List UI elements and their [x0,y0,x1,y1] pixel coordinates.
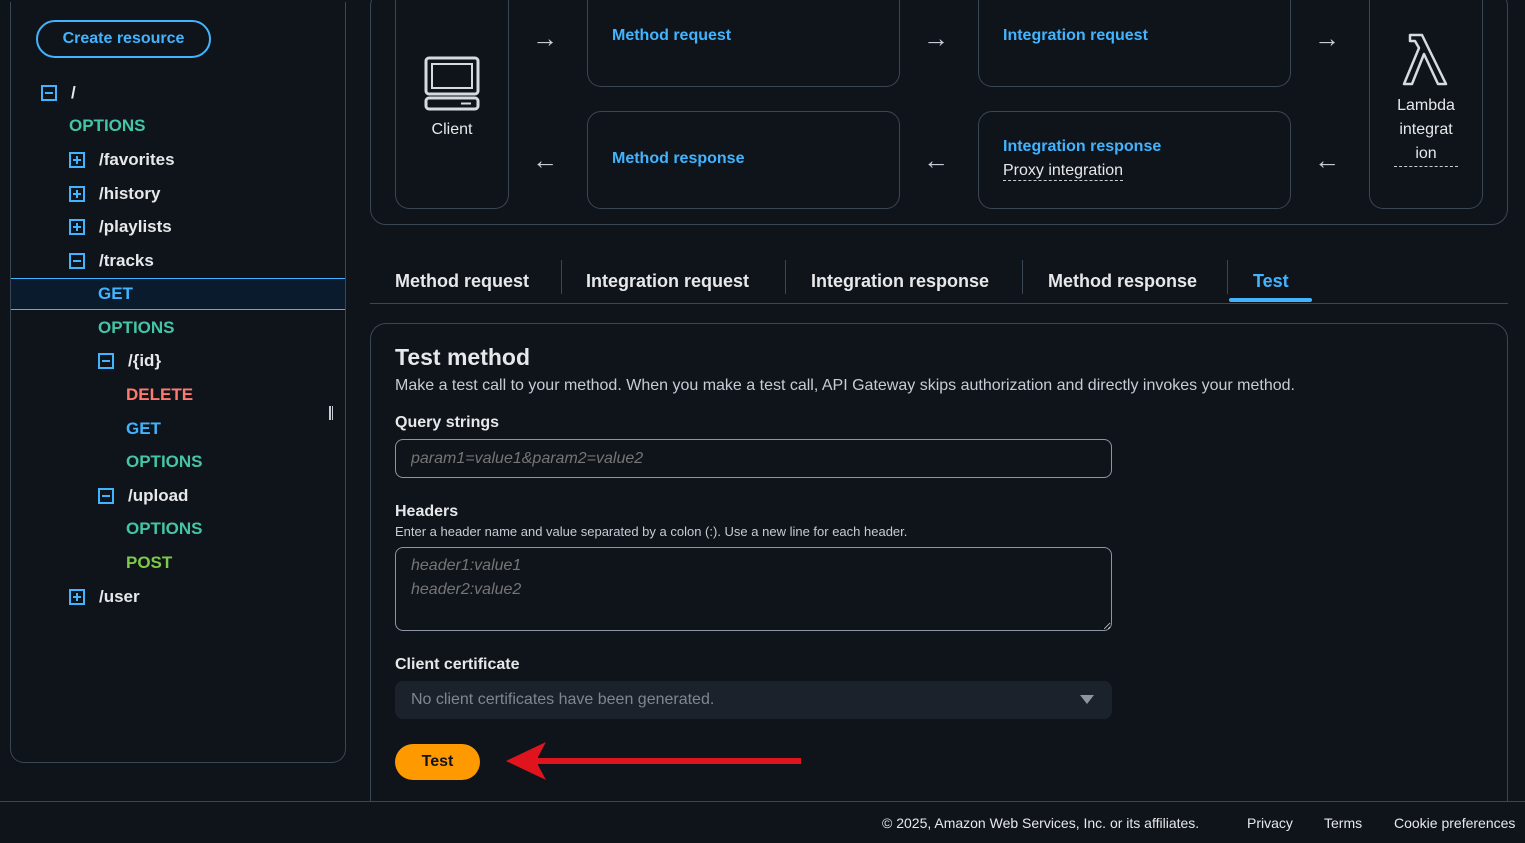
tab-divider [1022,260,1023,294]
tab-method-request[interactable]: Method request [395,258,529,304]
integration-request-box[interactable]: Integration request [978,0,1291,87]
resource-path-label: /upload [128,486,189,505]
sidebar-resize-handle[interactable] [329,406,333,420]
client-label: Client [431,121,473,138]
tree-method-item[interactable]: GET [126,413,161,445]
client-certificate-label: Client certificate [395,656,520,673]
collapse-icon[interactable] [98,488,114,504]
footer-cookie-preferences-link[interactable]: Cookie preferences [1394,815,1515,831]
client-certificate-select[interactable]: No client certificates have been generat… [395,681,1112,719]
tree-method-item[interactable]: GET [11,278,345,310]
resource-path-label: /{id} [128,351,162,370]
query-strings-input[interactable] [395,439,1112,478]
collapse-icon[interactable] [98,353,114,369]
expand-icon[interactable] [69,589,85,605]
lambda-integration-label: Lambda integrat ion [1370,94,1482,167]
client-certificate-value: No client certificates have been generat… [411,691,715,708]
tree-method-item[interactable]: OPTIONS [126,513,203,545]
lambda-integration-box: Lambda integrat ion [1369,0,1483,209]
test-button[interactable]: Test [395,744,480,780]
method-request-box[interactable]: Method request [587,0,900,87]
tab-divider [561,260,562,294]
tree-method-item[interactable]: OPTIONS [126,446,203,478]
resource-path-label: /tracks [99,251,154,270]
arrow-right-icon: → [1314,23,1340,53]
method-label: DELETE [126,385,194,404]
tree-resource-item[interactable]: /playlists [69,211,172,243]
footer-copyright: © 2025, Amazon Web Services, Inc. or its… [882,815,1200,831]
tree-method-item[interactable]: OPTIONS [98,312,175,344]
integration-response-box[interactable]: Integration response Proxy integration [978,111,1291,209]
page-footer: © 2025, Amazon Web Services, Inc. or its… [0,801,1525,843]
client-box: Client [395,0,509,209]
tree-resource-item[interactable]: /favorites [69,144,175,176]
method-label: POST [126,553,173,572]
collapse-icon[interactable] [41,85,57,101]
headers-label: Headers [395,503,459,520]
method-label: GET [126,419,161,438]
lambda-icon [1402,33,1448,86]
expand-icon[interactable] [69,219,85,235]
collapse-icon[interactable] [69,253,85,269]
query-strings-label: Query strings [395,414,500,431]
method-label: OPTIONS [98,318,175,337]
method-tabs: Method request Integration request Integ… [370,258,1508,304]
expand-icon[interactable] [69,186,85,202]
tree-resource-item[interactable]: / [41,77,76,109]
arrow-left-icon: ← [532,145,558,175]
tree-resource-item[interactable]: /{id} [98,345,161,377]
footer-terms-link[interactable]: Terms [1324,815,1362,831]
tab-integration-response[interactable]: Integration response [811,258,989,304]
tree-resource-item[interactable]: /upload [98,480,188,512]
tree-resource-item[interactable]: /user [69,581,140,613]
resource-path-label: /playlists [99,217,172,236]
footer-privacy-link[interactable]: Privacy [1247,815,1293,831]
resource-path-label: /user [99,587,140,606]
test-method-description: Make a test call to your method. When yo… [395,377,1295,394]
method-response-box[interactable]: Method response [587,111,900,209]
method-label: OPTIONS [126,519,203,538]
arrow-right-icon: → [532,23,558,53]
method-response-link[interactable]: Method response [612,150,744,168]
active-tab-indicator [1229,298,1312,302]
method-label: OPTIONS [126,452,203,471]
client-computer-icon [424,56,480,111]
tree-method-item[interactable]: OPTIONS [69,110,146,142]
tree-method-item[interactable]: POST [126,547,172,579]
resource-path-label: /history [99,184,161,203]
tab-method-response[interactable]: Method response [1048,258,1197,304]
arrow-left-icon: ← [923,145,949,175]
test-method-title: Test method [395,344,531,370]
tree-resource-item[interactable]: /tracks [69,245,154,277]
arrow-right-icon: → [923,23,949,53]
headers-hint: Enter a header name and value separated … [395,524,908,539]
method-request-link[interactable]: Method request [612,27,731,45]
arrow-left-icon: ← [1314,145,1340,175]
tree-method-item[interactable]: DELETE [126,379,193,411]
tab-divider [785,260,786,294]
tree-resource-item[interactable]: /history [69,178,160,210]
method-label: OPTIONS [69,116,146,135]
resource-path-label: /favorites [99,150,175,169]
expand-icon[interactable] [69,152,85,168]
proxy-integration-label[interactable]: Proxy integration [1003,162,1124,181]
method-label: GET [98,284,133,303]
create-resource-button[interactable]: Create resource [36,20,211,58]
integration-response-link[interactable]: Integration response [1003,138,1161,156]
caret-down-icon [1080,695,1094,704]
tab-integration-request[interactable]: Integration request [586,258,749,304]
headers-textarea[interactable] [395,547,1112,631]
tab-divider [1227,260,1228,294]
integration-request-link[interactable]: Integration request [1003,27,1148,45]
resource-path-label: / [71,83,76,102]
resource-sidebar: Create resource / OPTIONS/favorites/histo… [10,2,346,763]
annotation-arrow-icon [506,742,801,780]
